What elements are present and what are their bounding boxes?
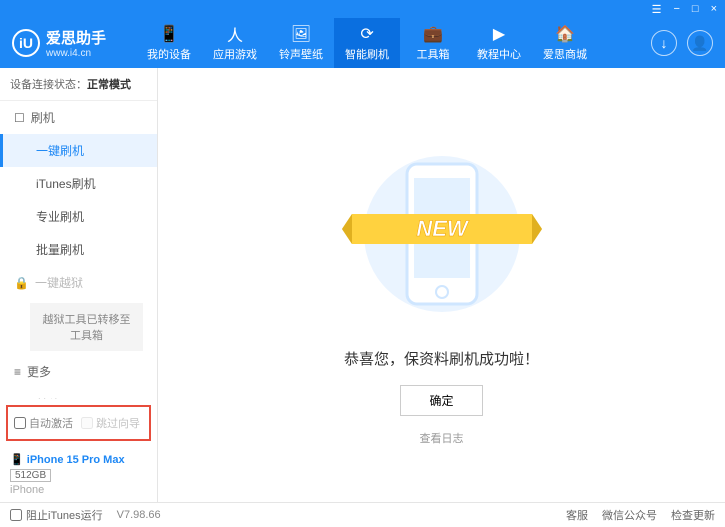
logo-icon: iU (12, 29, 40, 57)
sidebar-group-more[interactable]: ≡ 更多 (0, 355, 157, 388)
menu-icon[interactable]: ☰ (652, 3, 662, 16)
jailbreak-note: 越狱工具已转移至工具箱 (30, 303, 143, 351)
download-button[interactable]: ↓ (651, 30, 677, 56)
auto-activate-checkbox[interactable]: 自动激活 (14, 415, 73, 431)
flash-icon: ⟳ (358, 25, 376, 43)
nav-label: 应用游戏 (213, 46, 257, 62)
nav-store[interactable]: 🏠 爱思商城 (532, 18, 598, 68)
user-button[interactable]: 👤 (687, 30, 713, 56)
nav-label: 教程中心 (477, 46, 521, 62)
block-itunes-checkbox[interactable]: 阻止iTunes运行 (10, 507, 103, 523)
sidebar-group-flash[interactable]: ☐ 刷机 (0, 101, 157, 134)
tutorial-icon: ▶ (490, 25, 508, 43)
main-content: NEW 恭喜您，保资料刷机成功啦！ 确定 查看日志 (158, 68, 725, 502)
group-label: 更多 (27, 363, 51, 380)
close-icon[interactable]: × (711, 3, 717, 15)
nav-label: 工具箱 (417, 46, 450, 62)
footer-link-wechat[interactable]: 微信公众号 (602, 507, 657, 523)
device-info: 📱 iPhone 15 Pro Max 512GB iPhone (0, 447, 157, 502)
nav-label: 爱思商城 (543, 46, 587, 62)
sidebar-item-oneclick-flash[interactable]: 一键刷机 (0, 134, 157, 167)
nav-toolbox[interactable]: 💼 工具箱 (400, 18, 466, 68)
skip-guide-checkbox[interactable]: 跳过向导 (81, 415, 140, 431)
conn-value: 正常模式 (87, 79, 131, 91)
flash-group-icon: ☐ (14, 111, 25, 125)
activation-options-box: 自动激活 跳过向导 (6, 405, 151, 441)
phone-icon: 📱 (10, 454, 24, 466)
nav-apps[interactable]: 人应用游戏 (202, 18, 268, 68)
sidebar: 设备连接状态：正常模式 ☐ 刷机 一键刷机 iTunes刷机 专业刷机 批量刷机… (0, 68, 158, 502)
top-nav: 📱 我的设备 人应用游戏 🖼 铃声壁纸 ⟳ 智能刷机 💼 工具箱 ▶ 教程中心 🏠 爱思商城 (136, 18, 651, 68)
version-label: V7.98.66 (117, 509, 161, 521)
brand-logo: iU 爱思助手 www.i4.cn (12, 27, 106, 59)
device-name: iPhone 15 Pro Max (27, 454, 125, 466)
footer-link-update[interactable]: 检查更新 (671, 507, 715, 523)
sidebar-item-itunes-flash[interactable]: iTunes刷机 (0, 167, 157, 200)
store-icon: 🏠 (556, 25, 574, 43)
lock-icon: 🔒 (14, 276, 29, 290)
nav-flash[interactable]: ⟳ 智能刷机 (334, 18, 400, 68)
sidebar-item-other-tools[interactable]: 其他工具 (0, 388, 157, 399)
nav-label: 我的设备 (147, 46, 191, 62)
apps-icon: 人 (226, 25, 244, 43)
nav-tutorials[interactable]: ▶ 教程中心 (466, 18, 532, 68)
success-illustration: NEW (362, 134, 522, 334)
sidebar-item-pro-flash[interactable]: 专业刷机 (0, 200, 157, 233)
device-storage: 512GB (10, 469, 51, 482)
device-icon: 📱 (160, 25, 178, 43)
maximize-icon[interactable]: □ (692, 3, 699, 15)
brand-name: 爱思助手 (46, 27, 106, 48)
toolbox-icon: 💼 (424, 25, 442, 43)
nav-my-device[interactable]: 📱 我的设备 (136, 18, 202, 68)
view-log-link[interactable]: 查看日志 (420, 430, 464, 446)
footer-link-support[interactable]: 客服 (566, 507, 588, 523)
success-message: 恭喜您，保资料刷机成功啦！ (344, 348, 539, 369)
minimize-icon[interactable]: − (673, 3, 679, 15)
brand-url: www.i4.cn (46, 48, 106, 59)
status-bar: 阻止iTunes运行 V7.98.66 客服 微信公众号 检查更新 (0, 502, 725, 527)
device-type: iPhone (10, 484, 147, 496)
more-icon: ≡ (14, 365, 21, 379)
sidebar-item-batch-flash[interactable]: 批量刷机 (0, 233, 157, 266)
nav-label: 铃声壁纸 (279, 46, 323, 62)
nav-label: 智能刷机 (345, 46, 389, 62)
nav-ringtones[interactable]: 🖼 铃声壁纸 (268, 18, 334, 68)
ok-button[interactable]: 确定 (400, 385, 482, 416)
sidebar-group-jailbreak[interactable]: 🔒 一键越狱 (0, 266, 157, 299)
conn-label: 设备连接状态： (10, 79, 87, 91)
group-label: 刷机 (31, 109, 55, 126)
window-titlebar: ☰ − □ × (0, 0, 725, 18)
new-badge-text: NEW (416, 216, 470, 241)
group-label: 一键越狱 (35, 274, 83, 291)
wallpaper-icon: 🖼 (292, 25, 310, 43)
connection-status: 设备连接状态：正常模式 (0, 68, 157, 101)
app-header: iU 爱思助手 www.i4.cn 📱 我的设备 人应用游戏 🖼 铃声壁纸 ⟳ 智能刷… (0, 18, 725, 68)
